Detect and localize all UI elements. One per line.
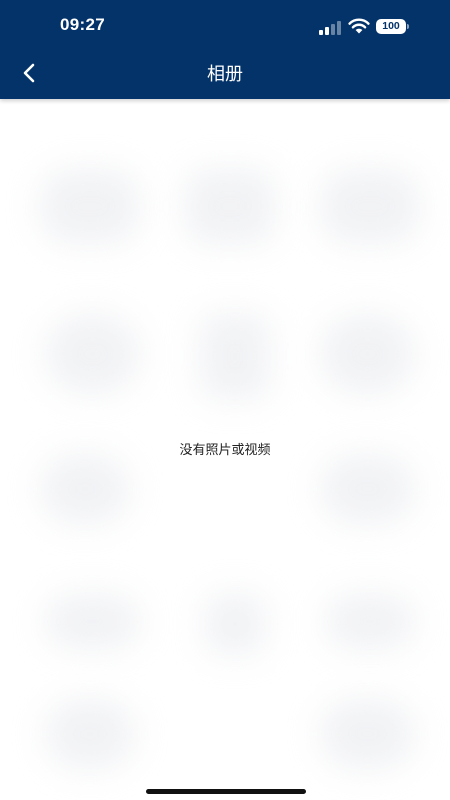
placeholder-thumbnail (45, 699, 135, 769)
status-time: 09:27 (60, 15, 105, 34)
placeholder-thumbnail (45, 314, 140, 394)
home-indicator[interactable] (146, 789, 306, 794)
signal-icon (319, 20, 343, 35)
battery-icon: 100 (376, 19, 410, 34)
album-screen: 09:27 100 相册 没有照片或视频 (0, 0, 450, 800)
back-button[interactable] (10, 56, 48, 94)
placeholder-thumbnail (320, 699, 415, 769)
wifi-icon (348, 18, 370, 34)
placeholder-thumbnail (45, 594, 140, 649)
placeholder-thumbnail (320, 169, 420, 244)
battery-level: 100 (376, 19, 406, 34)
placeholder-thumbnail (205, 594, 265, 654)
empty-state-message: 没有照片或视频 (179, 443, 271, 458)
nav-bar: 相册 (0, 52, 450, 99)
chevron-left-icon (21, 62, 37, 88)
header: 09:27 100 相册 (0, 0, 450, 99)
placeholder-thumbnail (325, 594, 415, 649)
placeholder-thumbnail (320, 454, 415, 524)
status-bar: 09:27 100 (0, 0, 450, 52)
battery-cap (407, 24, 409, 29)
placeholder-thumbnail (40, 169, 140, 244)
placeholder-thumbnail (200, 314, 270, 399)
page-title: 相册 (207, 64, 243, 85)
placeholder-thumbnail (185, 169, 275, 244)
placeholder-thumbnail (40, 454, 130, 524)
placeholder-thumbnail (320, 314, 415, 394)
